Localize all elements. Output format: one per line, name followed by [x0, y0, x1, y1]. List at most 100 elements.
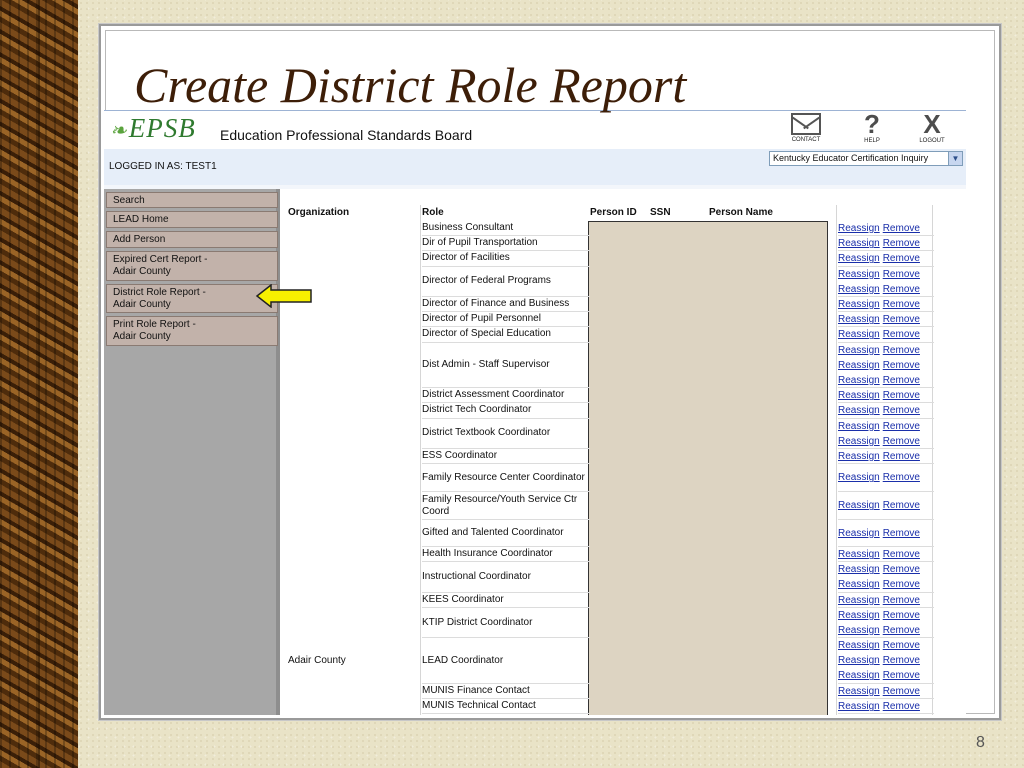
sidebar-item-expired-cert-report[interactable]: Expired Cert Report - Adair County [106, 251, 278, 281]
reassign-link[interactable]: Reassign [838, 670, 880, 681]
reassign-link[interactable]: Reassign [838, 472, 880, 483]
reassign-link[interactable]: Reassign [838, 329, 880, 340]
remove-link[interactable]: Remove [883, 686, 920, 697]
app-banner: ❧EPSB Education Professional Standards B… [104, 111, 966, 149]
reassign-link[interactable]: Reassign [838, 405, 880, 416]
org-name: Education Professional Standards Board [220, 127, 473, 143]
col-person-id: Person ID [590, 207, 637, 218]
remove-link[interactable]: Remove [883, 360, 920, 371]
contact-button[interactable]: CONTACT [784, 111, 828, 143]
reassign-link[interactable]: Reassign [838, 595, 880, 606]
remove-link[interactable]: Remove [883, 595, 920, 606]
remove-link[interactable]: Remove [883, 451, 920, 462]
remove-link[interactable]: Remove [883, 436, 920, 447]
role-cell: Director of Federal Programs [422, 267, 590, 297]
remove-link[interactable]: Remove [883, 238, 920, 249]
epsb-logo[interactable]: ❧EPSB [110, 113, 196, 144]
reassign-link[interactable]: Reassign [838, 360, 880, 371]
remove-link[interactable]: Remove [883, 670, 920, 681]
row-actions: Reassign Remove [838, 403, 934, 419]
row-actions: Reassign Remove [838, 593, 934, 608]
reassign-link[interactable]: Reassign [838, 640, 880, 651]
remove-link[interactable]: Remove [883, 701, 920, 712]
remove-link[interactable]: Remove [883, 625, 920, 636]
role-cell: KEES Coordinator [422, 593, 590, 608]
reassign-link[interactable]: Reassign [838, 345, 880, 356]
role-cell: Director of Finance and Business [422, 297, 590, 313]
row-actions: Reassign Remove [838, 464, 934, 493]
reassign-link[interactable]: Reassign [838, 500, 880, 511]
reassign-link[interactable]: Reassign [838, 655, 880, 666]
chevron-down-icon[interactable]: ▼ [948, 152, 962, 165]
row-actions: Reassign Remove [838, 520, 934, 548]
remove-link[interactable]: Remove [883, 314, 920, 325]
question-icon: ? [864, 111, 880, 139]
reassign-link[interactable]: Reassign [838, 299, 880, 310]
reassign-link[interactable]: Reassign [838, 436, 880, 447]
remove-link[interactable]: Remove [883, 472, 920, 483]
login-bar: LOGGED IN AS: TEST1 Kentucky Educator Ce… [104, 149, 966, 185]
remove-link[interactable]: Remove [883, 421, 920, 432]
row-actions: Reassign Remove Reassign Remove Reassign Remo… [838, 638, 934, 684]
reassign-link[interactable]: Reassign [838, 610, 880, 621]
reassign-link[interactable]: Reassign [838, 390, 880, 401]
col-role: Role [422, 207, 444, 218]
remove-link[interactable]: Remove [883, 640, 920, 651]
reassign-link[interactable]: Reassign [838, 253, 880, 264]
role-cell: MUNIS Technical Contact [422, 699, 590, 715]
remove-link[interactable]: Remove [883, 405, 920, 416]
role-cell: Director of Pupil Personnel [422, 312, 590, 328]
remove-link[interactable]: Remove [883, 390, 920, 401]
reassign-link[interactable]: Reassign [838, 284, 880, 295]
remove-link[interactable]: Remove [883, 223, 920, 234]
reassign-link[interactable]: Reassign [838, 238, 880, 249]
help-button[interactable]: ? HELP [850, 111, 894, 144]
remove-link[interactable]: Remove [883, 253, 920, 264]
row-actions: Reassign Remove [838, 251, 934, 267]
logout-button[interactable]: X LOGOUT [910, 111, 954, 144]
remove-link[interactable]: Remove [883, 329, 920, 340]
envelope-icon [791, 113, 821, 135]
remove-link[interactable]: Remove [883, 299, 920, 310]
row-actions: Reassign Remove [838, 699, 934, 715]
remove-link[interactable]: Remove [883, 655, 920, 666]
reassign-link[interactable]: Reassign [838, 223, 880, 234]
role-cell: Business Consultant [422, 221, 590, 237]
reassign-link[interactable]: Reassign [838, 564, 880, 575]
slide-title: Create District Role Report [134, 57, 687, 113]
reassign-link[interactable]: Reassign [838, 421, 880, 432]
role-cell: Dir of Pupil Transportation [422, 236, 590, 252]
reassign-link[interactable]: Reassign [838, 269, 880, 280]
sidebar-item-add-person[interactable]: Add Person [106, 231, 278, 248]
role-cell: District Textbook Coordinator [422, 419, 590, 449]
remove-link[interactable]: Remove [883, 564, 920, 575]
reassign-link[interactable]: Reassign [838, 451, 880, 462]
reassign-link[interactable]: Reassign [838, 579, 880, 590]
reassign-link[interactable]: Reassign [838, 625, 880, 636]
remove-link[interactable]: Remove [883, 500, 920, 511]
reassign-link[interactable]: Reassign [838, 686, 880, 697]
page-number: 8 [976, 734, 985, 751]
reassign-link[interactable]: Reassign [838, 314, 880, 325]
person-info-area [588, 221, 828, 715]
remove-link[interactable]: Remove [883, 284, 920, 295]
remove-link[interactable]: Remove [883, 610, 920, 621]
row-actions: Reassign Remove Reassign Remove [838, 608, 934, 639]
sidebar-item-district-role-report[interactable]: District Role Report - Adair County [106, 284, 278, 313]
reassign-link[interactable]: Reassign [838, 375, 880, 386]
remove-link[interactable]: Remove [883, 528, 920, 539]
role-cell: KTIP District Coordinator [422, 608, 590, 639]
application-select[interactable]: Kentucky Educator Certification Inquiry … [769, 151, 963, 166]
remove-link[interactable]: Remove [883, 549, 920, 560]
sidebar-item-lead-home[interactable]: LEAD Home [106, 211, 278, 228]
remove-link[interactable]: Remove [883, 269, 920, 280]
role-cell: Instructional Coordinator [422, 562, 590, 593]
remove-link[interactable]: Remove [883, 375, 920, 386]
remove-link[interactable]: Remove [883, 579, 920, 590]
reassign-link[interactable]: Reassign [838, 528, 880, 539]
sidebar-item-print-role-report[interactable]: Print Role Report - Adair County [106, 316, 278, 346]
remove-link[interactable]: Remove [883, 345, 920, 356]
reassign-link[interactable]: Reassign [838, 549, 880, 560]
sidebar-item-search[interactable]: Search [106, 192, 278, 208]
reassign-link[interactable]: Reassign [838, 701, 880, 712]
